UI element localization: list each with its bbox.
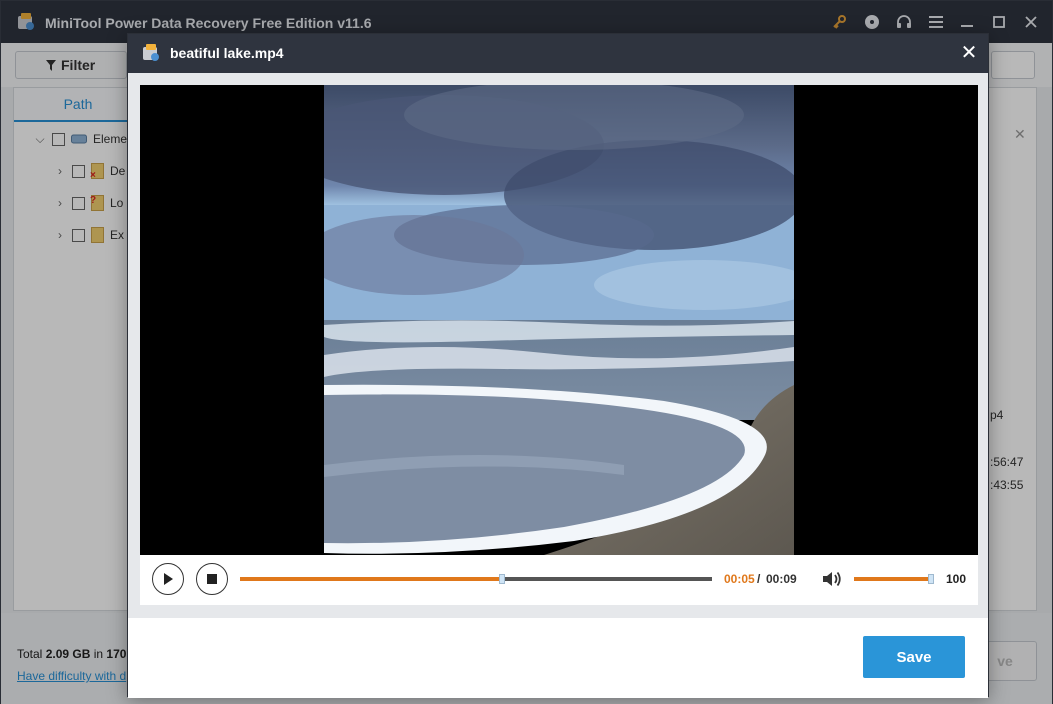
volume-icon[interactable]	[821, 569, 843, 589]
video-player: 00:05 / 00:09 100	[128, 73, 988, 618]
progress-slider[interactable]	[240, 574, 712, 584]
total-time: 00:09	[766, 572, 797, 586]
video-viewport[interactable]	[140, 85, 978, 555]
close-icon[interactable]: ✕	[958, 42, 980, 64]
dialog-footer: Save	[128, 618, 988, 698]
stop-button[interactable]	[196, 563, 228, 595]
progress-handle[interactable]	[498, 574, 505, 584]
volume-value: 100	[946, 572, 967, 586]
volume-handle[interactable]	[928, 574, 934, 584]
volume-fill	[854, 577, 934, 581]
stop-icon	[207, 574, 217, 584]
player-controls: 00:05 / 00:09 100	[140, 555, 978, 605]
play-icon	[164, 573, 173, 585]
preview-dialog: beatiful lake.mp4 ✕ 00:05 / 00:09 100 Sa…	[127, 33, 989, 698]
progress-fill	[240, 577, 502, 581]
play-button[interactable]	[152, 563, 184, 595]
save-button[interactable]: Save	[863, 636, 965, 678]
dialog-title-bar: beatiful lake.mp4 ✕	[128, 34, 988, 73]
dialog-title: beatiful lake.mp4	[170, 45, 284, 61]
app-logo-icon	[143, 44, 159, 61]
volume-slider[interactable]	[854, 574, 934, 584]
video-frame-image	[324, 85, 794, 555]
time-separator: /	[757, 572, 761, 586]
current-time: 00:05	[724, 572, 755, 586]
